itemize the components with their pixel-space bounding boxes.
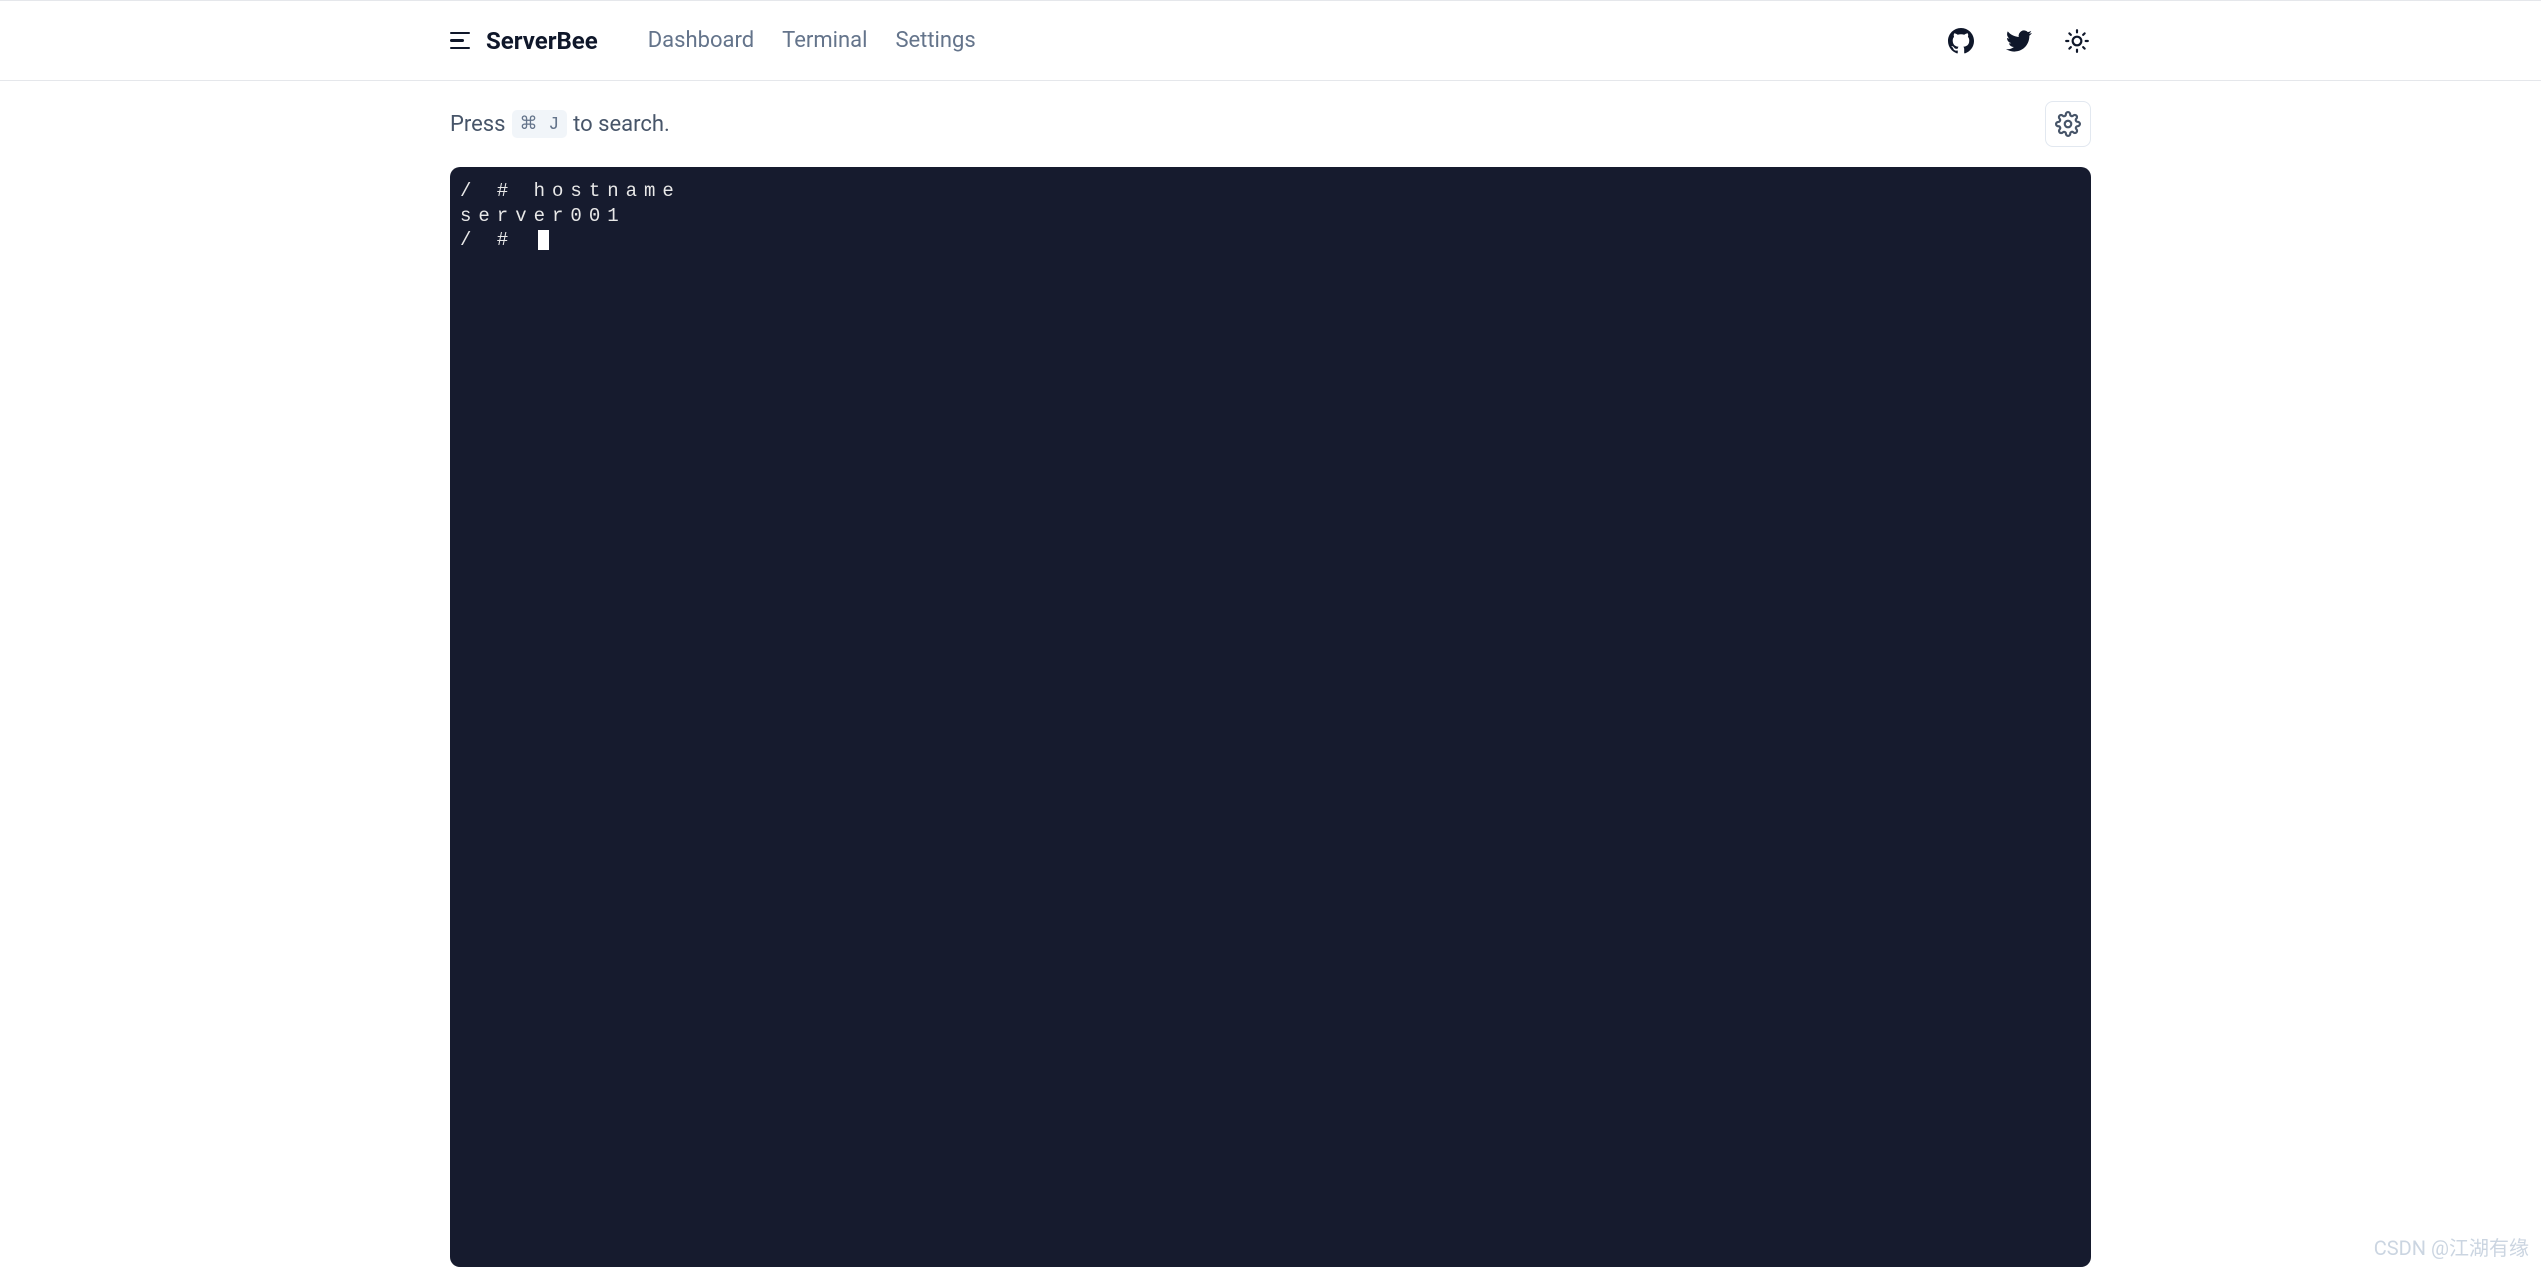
search-hint: Press ⌘ J to search. [450, 110, 670, 138]
terminal-line: server001 [460, 204, 2081, 229]
search-suffix-label: to search. [573, 112, 670, 137]
nav-links: Dashboard Terminal Settings [648, 28, 976, 53]
main-content: Press ⌘ J to search. / # hostname server… [0, 81, 2541, 1287]
brand-name: ServerBee [486, 27, 598, 55]
search-bar: Press ⌘ J to search. [450, 101, 2091, 147]
header-left: ServerBee Dashboard Terminal Settings [450, 27, 976, 55]
menu-icon[interactable] [450, 29, 474, 53]
nav-terminal[interactable]: Terminal [782, 28, 867, 53]
terminal-line: / # hostname [460, 179, 2081, 204]
nav-dashboard[interactable]: Dashboard [648, 28, 754, 53]
twitter-icon[interactable] [2005, 27, 2033, 55]
gear-icon [2055, 111, 2081, 137]
github-icon[interactable] [1947, 27, 1975, 55]
theme-toggle-icon[interactable] [2063, 27, 2091, 55]
header: ServerBee Dashboard Terminal Settings [0, 1, 2541, 81]
terminal-panel[interactable]: / # hostname server001 / # [450, 167, 2091, 1267]
search-shortcut-kbd: ⌘ J [512, 110, 568, 138]
terminal-cursor [538, 230, 549, 250]
watermark: CSDN @江湖有缘 [2374, 1232, 2529, 1261]
header-right [1947, 27, 2091, 55]
search-press-label: Press [450, 112, 506, 137]
brand[interactable]: ServerBee [450, 27, 598, 55]
terminal-line: / # [460, 228, 2081, 253]
terminal-settings-button[interactable] [2045, 101, 2091, 147]
nav-settings[interactable]: Settings [895, 28, 975, 53]
